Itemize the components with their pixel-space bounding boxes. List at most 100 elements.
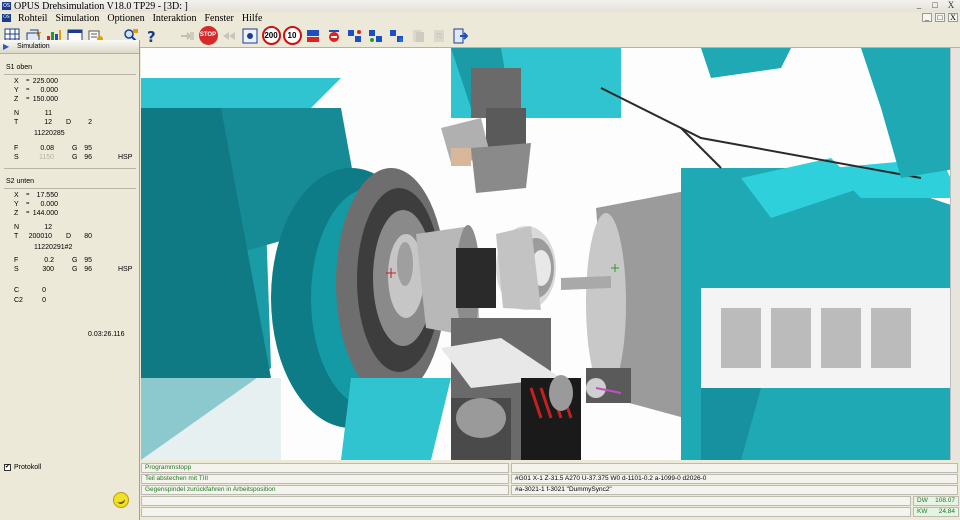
close-button[interactable]: X xyxy=(944,1,958,11)
maximize-button[interactable]: □ xyxy=(928,1,942,11)
s1-t-value: 12 xyxy=(44,119,52,126)
mdi-minimize-button[interactable]: _ xyxy=(922,13,932,22)
s2-z-row: Z = 144.000 xyxy=(14,210,58,217)
c-value: 0 xyxy=(42,287,46,294)
panel-title: Simulation xyxy=(17,43,50,50)
s2-s-row: S 300 G 96 HSP xyxy=(14,266,133,273)
s2-t-value: 200010 xyxy=(28,233,52,240)
stop-icon[interactable]: STOP xyxy=(198,26,218,46)
s2-n-value: 12 xyxy=(44,224,52,231)
stop-label: STOP xyxy=(198,26,218,45)
kw-label: KW xyxy=(917,508,928,515)
s1-title: S1 oben xyxy=(6,64,33,71)
s2-title: S2 unten xyxy=(6,178,35,185)
status-code-2: #G01 X-1 Z-31.5 A270 U-37.375 W0 d-1101-… xyxy=(511,474,958,484)
channel1-icon[interactable] xyxy=(345,26,365,46)
menu-bar: OS Rohteil Simulation Optionen Interakti… xyxy=(0,12,960,24)
channel2-icon[interactable] xyxy=(366,26,386,46)
step-icon[interactable] xyxy=(303,26,323,46)
speed-200-label: 200 xyxy=(261,26,281,45)
status-smiley-icon xyxy=(113,492,129,508)
time-row: 0.03:26.116 xyxy=(0,330,140,339)
s2-f-row: F 0.2 G 95 xyxy=(14,257,92,264)
status-empty-row-1 xyxy=(141,496,911,506)
s1-y-value: 0.000 xyxy=(40,87,58,94)
s1-n-value: 11 xyxy=(44,110,52,117)
rewind-icon[interactable] xyxy=(219,26,239,46)
menu-simulation[interactable]: Simulation xyxy=(51,13,103,24)
paste-icon[interactable] xyxy=(429,26,449,46)
status-message-1: Programmstopp xyxy=(141,463,509,473)
status-area: Programmstopp Teil abstechen mit TIII #G… xyxy=(141,461,960,520)
exit-icon[interactable] xyxy=(450,26,470,46)
s1-f-value: 0.08 xyxy=(40,145,54,152)
s2-hsp: HSP xyxy=(118,266,133,273)
s2-y-value: 0.000 xyxy=(40,201,58,208)
s1-tool-row: 11220285 xyxy=(0,129,140,138)
dw-readout: DW 108.07 xyxy=(913,496,959,506)
document-icon[interactable]: OS xyxy=(2,14,11,22)
s2-tool-row: 11220291#2 xyxy=(0,243,140,252)
help-icon[interactable]: ? xyxy=(142,26,162,46)
dw-value: 108.07 xyxy=(935,497,955,504)
kw-value: 24.84 xyxy=(938,508,955,515)
menu-hilfe[interactable]: Hilfe xyxy=(238,13,267,24)
cursor-icon[interactable] xyxy=(177,26,197,46)
s1-z-row: Z = 150.000 xyxy=(14,96,58,103)
s2-x-row: X = 17.550 xyxy=(14,192,58,199)
status-code-1 xyxy=(511,463,958,473)
title-bar: OS OPUS Drehsimulation V18.0 TP29 - [3D:… xyxy=(0,0,960,12)
divider xyxy=(4,74,136,75)
menu-rohteil[interactable]: Rohteil xyxy=(14,13,51,24)
tool-view-icon[interactable] xyxy=(240,26,260,46)
speed-10-label: 10 xyxy=(282,26,302,45)
status-empty-row-2 xyxy=(141,507,911,517)
s2-g1-value: 95 xyxy=(84,257,92,264)
s1-y-row: Y = 0.000 xyxy=(14,87,58,94)
speed-10-icon[interactable]: 10 xyxy=(282,26,302,46)
menu-fenster[interactable]: Fenster xyxy=(200,13,237,24)
s2-x-value: 17.550 xyxy=(36,192,58,199)
s1-hsp: HSP xyxy=(118,154,133,161)
mdi-close-button[interactable]: X xyxy=(948,13,958,22)
toolbar: ? STOP 200 10 xyxy=(0,24,960,48)
s2-f-value: 0.2 xyxy=(44,257,54,264)
s2-g2-value: 96 xyxy=(84,266,92,273)
app-icon: OS xyxy=(2,2,11,10)
speed-200-icon[interactable]: 200 xyxy=(261,26,281,46)
s1-t-row: T 12 D 2 xyxy=(14,119,92,126)
s1-x-row: X = 225.000 xyxy=(14,78,58,85)
3d-viewport[interactable] xyxy=(141,48,960,460)
kw-readout: KW 24.84 xyxy=(913,507,959,517)
s2-d-value: 80 xyxy=(84,233,92,240)
protokoll-checkbox-row[interactable]: ✔ Protokoll xyxy=(4,464,41,471)
s1-s-value: 1150 xyxy=(38,154,54,161)
mdi-restore-button[interactable]: □ xyxy=(935,13,945,22)
s1-n-row: N 11 xyxy=(14,110,52,117)
s2-tool-id: 11220291#2 xyxy=(34,244,73,251)
panel-header: ▶ Simulation xyxy=(0,40,139,54)
c2-row: C2 0 xyxy=(14,297,46,304)
protokoll-checkbox[interactable]: ✔ xyxy=(4,464,11,471)
probe-icon[interactable] xyxy=(324,26,344,46)
channel3-icon[interactable] xyxy=(387,26,407,46)
s2-y-row: Y = 0.000 xyxy=(14,201,58,208)
simulation-panel: ▶ Simulation S1 oben X = 225.000 Y = 0.000… xyxy=(0,40,140,520)
copy-icon[interactable] xyxy=(408,26,428,46)
viewport-scrollbar[interactable] xyxy=(950,48,960,460)
s2-n-row: N 12 xyxy=(14,224,52,231)
status-message-2: Teil abstechen mit TIII xyxy=(141,474,509,484)
s2-t-row: T 200010 D 80 xyxy=(14,233,92,240)
s2-z-value: 144.000 xyxy=(32,210,58,217)
menu-optionen[interactable]: Optionen xyxy=(103,13,148,24)
divider xyxy=(4,168,136,169)
protokoll-label: Protokoll xyxy=(14,464,42,471)
minimize-button[interactable]: _ xyxy=(912,1,926,11)
window-title: OPUS Drehsimulation V18.0 TP29 - [3D: ] xyxy=(14,0,188,12)
s2-s-value: 300 xyxy=(42,266,54,273)
s1-z-value: 150.000 xyxy=(32,96,58,103)
menu-interaktion[interactable]: Interaktion xyxy=(149,13,201,24)
s1-s-row: S 1150 G 96 HSP xyxy=(14,154,133,161)
sim-time: 0.03:26.116 xyxy=(88,331,125,338)
c-row: C 0 xyxy=(14,287,46,294)
